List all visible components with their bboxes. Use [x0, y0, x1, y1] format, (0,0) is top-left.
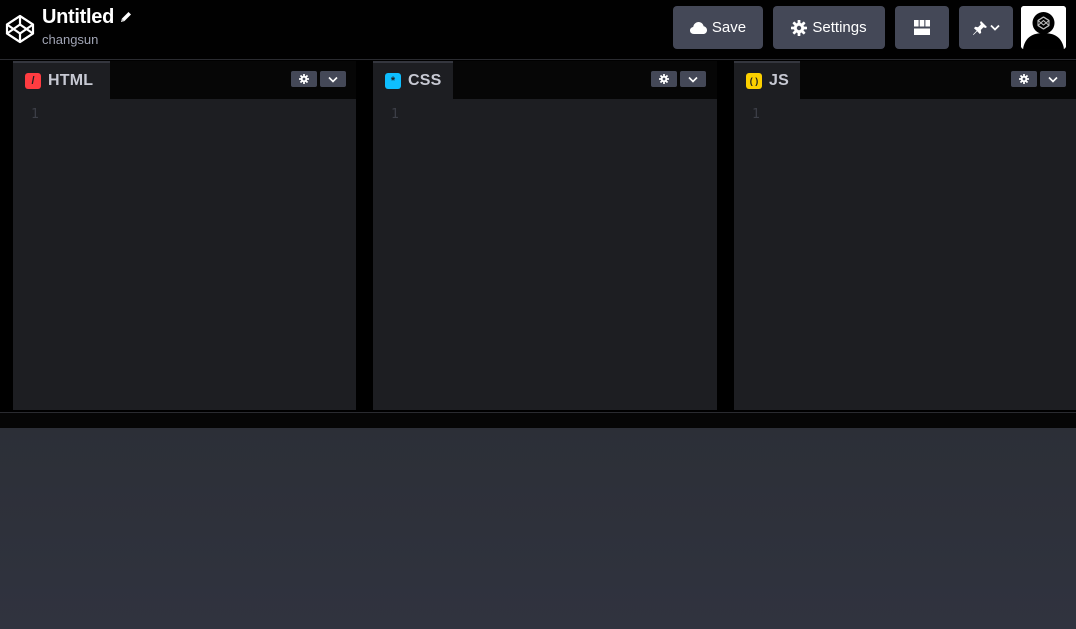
js-options-button[interactable]: [1040, 71, 1066, 87]
css-asterisk-icon: *: [385, 73, 401, 89]
save-label: Save: [711, 19, 747, 36]
codepen-logo-icon[interactable]: [4, 13, 36, 45]
css-options-button[interactable]: [680, 71, 706, 87]
preview-resize-handle[interactable]: [0, 412, 1076, 428]
tab-css[interactable]: * CSS: [373, 61, 453, 99]
chevron-down-icon: [328, 76, 338, 83]
html-options-button[interactable]: [320, 71, 346, 87]
line-number: 1: [31, 107, 39, 122]
pin-icon: [973, 20, 987, 35]
gear-icon: [791, 19, 808, 36]
pen-owner[interactable]: changsun: [42, 32, 133, 47]
pen-title-block: Untitled changsun: [42, 6, 133, 47]
chevron-down-icon: [688, 76, 698, 83]
js-settings-button[interactable]: [1011, 71, 1037, 87]
html-settings-button[interactable]: [291, 71, 317, 87]
tab-html[interactable]: / HTML: [13, 61, 110, 99]
settings-label: Settings: [812, 19, 867, 36]
user-avatar[interactable]: [1021, 6, 1066, 49]
preview-pane[interactable]: [0, 428, 1076, 629]
gear-icon: [299, 74, 309, 84]
cloud-icon: [689, 21, 707, 34]
line-number: 1: [391, 107, 399, 122]
save-button[interactable]: Save: [673, 6, 763, 49]
top-bar: Untitled changsun Save Settings: [0, 0, 1076, 60]
chevron-down-icon: [990, 24, 1000, 31]
gear-icon: [659, 74, 669, 84]
layout-grid-icon: [914, 20, 930, 35]
html-editor[interactable]: / HTML 1: [13, 61, 356, 410]
chevron-down-icon: [1048, 76, 1058, 83]
pen-title[interactable]: Untitled: [42, 6, 114, 28]
tab-label: CSS: [408, 72, 442, 89]
pinned-items-button[interactable]: [959, 6, 1013, 49]
pencil-icon[interactable]: [119, 10, 133, 24]
settings-button[interactable]: Settings: [773, 6, 885, 49]
tab-label: JS: [769, 72, 789, 89]
line-number: 1: [752, 107, 760, 122]
js-editor[interactable]: ( ) JS 1: [734, 61, 1076, 410]
change-view-button[interactable]: [895, 6, 949, 49]
editor-panels: / HTML 1 * CSS 1 () JS 1: [0, 61, 1076, 412]
css-editor[interactable]: * CSS 1: [373, 61, 717, 410]
css-settings-button[interactable]: [651, 71, 677, 87]
tab-js[interactable]: ( ) JS: [734, 61, 800, 99]
html-slash-icon: /: [25, 73, 41, 89]
gear-icon: [1019, 74, 1029, 84]
tab-label: HTML: [48, 72, 94, 89]
js-parens-icon: ( ): [746, 73, 762, 89]
